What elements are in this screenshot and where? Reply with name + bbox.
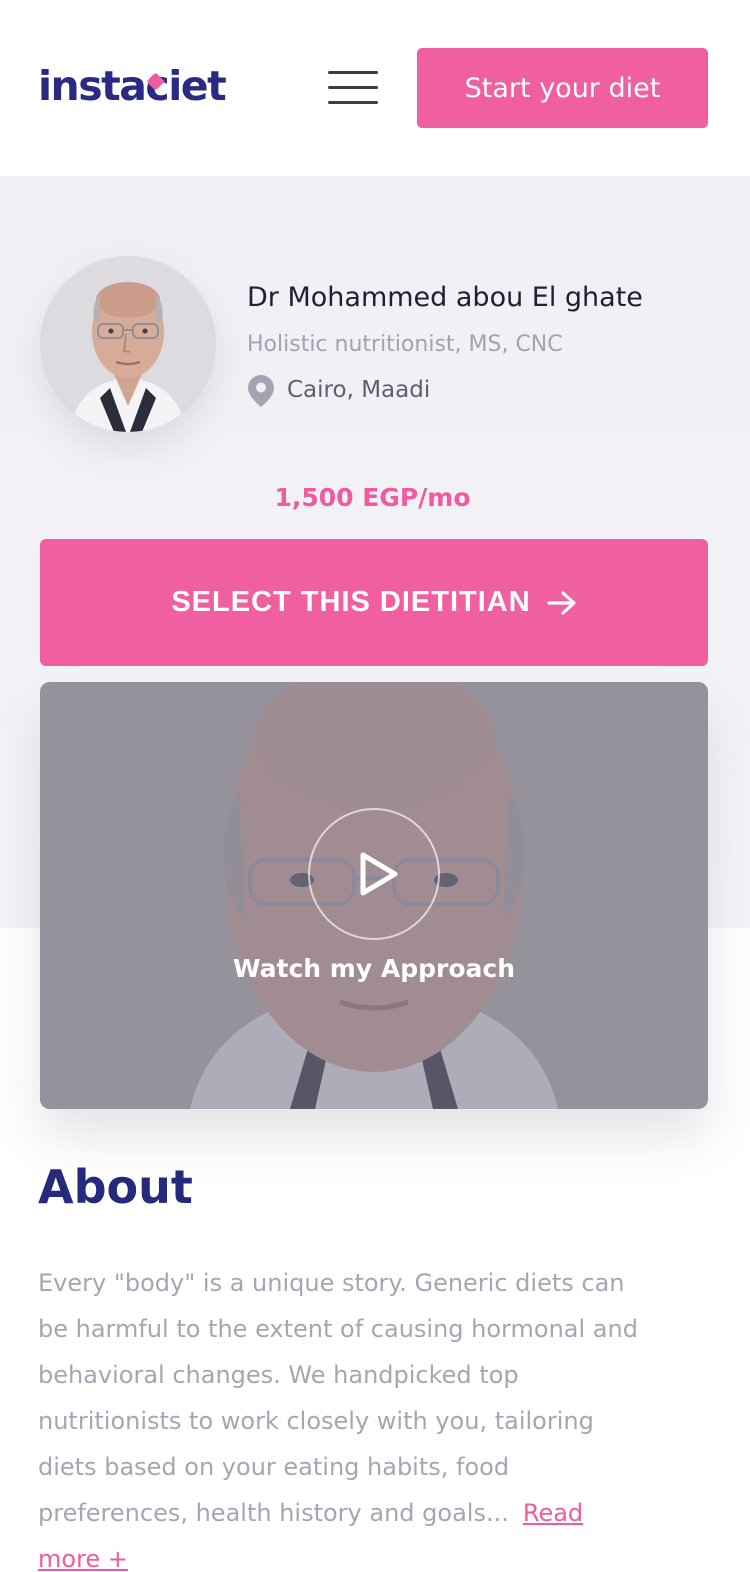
dietitian-avatar [40,256,216,432]
about-text: Every "body" is a unique story. Generic … [38,1260,638,1572]
menu-line [328,86,378,89]
dietitian-credentials: Holistic nutritionist, MS, CNC [247,332,563,357]
about-body: Every "body" is a unique story. Generic … [38,1269,638,1527]
start-your-diet-button[interactable]: Start your diet [417,48,708,128]
menu-line [328,71,378,74]
menu-icon[interactable] [328,70,378,106]
select-dietitian-label: SELECT THIS DIETITIAN [171,586,531,618]
approach-video[interactable]: Watch my Approach [40,682,708,1109]
location-pin-icon [248,375,274,407]
select-this-dietitian-button[interactable]: SELECT THIS DIETITIAN [40,539,708,666]
watch-approach-label: Watch my Approach [232,954,515,983]
dietitian-location: Cairo, Maadi [287,377,431,403]
instadiet-logo[interactable]: instaciet [38,58,227,114]
logo-text-end: iet [168,62,226,110]
heart-icon [146,72,166,91]
about-heading: About [38,1160,193,1214]
dietitian-name: Dr Mohammed abou El ghate [247,282,643,313]
logo-d-heart: c [145,62,169,110]
arrow-right-icon [547,590,576,615]
menu-line [328,101,378,104]
logo-text-start: insta [38,62,147,110]
subscription-price: 1,500 EGP/mo [274,483,471,512]
site-header: instaciet Start your diet [0,0,750,176]
play-icon [360,852,398,896]
